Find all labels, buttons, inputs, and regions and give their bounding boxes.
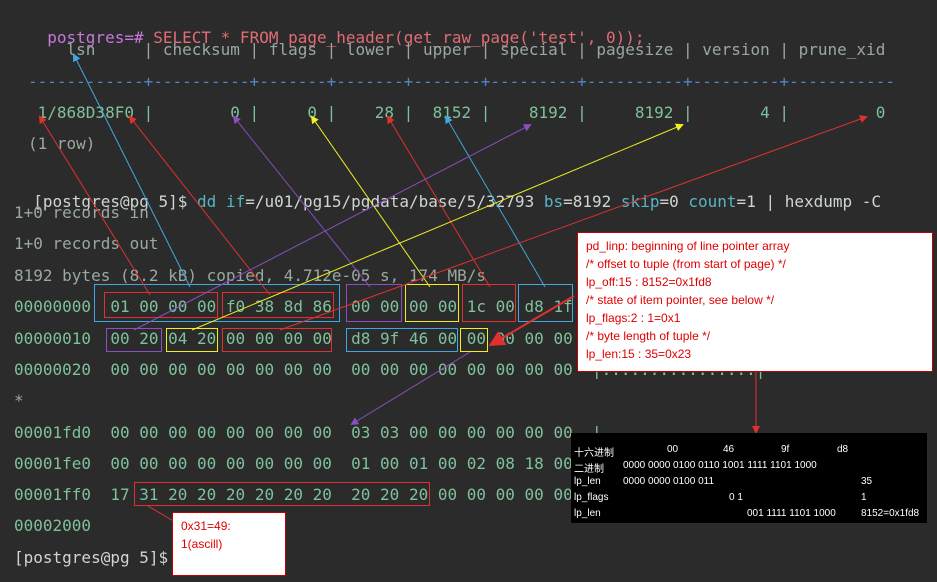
linp-note-line: lp_off:15 : 8152=0x1fd8 [586, 275, 712, 289]
hex-byte-2: 9f [781, 444, 790, 455]
hex-byte-0: 00 [667, 444, 679, 455]
lp-flags-bits: 0 1 [729, 492, 743, 503]
arrow-linp-tuple [350, 351, 471, 426]
ascii-note-line: 1(ascill) [181, 537, 223, 551]
lp-off-label: lp_len [574, 508, 601, 519]
bit-breakdown-table: 十六进制 00 46 9f d8 二进制 0000 0000 0100 0110… [571, 433, 927, 523]
linp-note-line: lp_flags:2 : 1=0x1 [586, 311, 681, 325]
arrow-checksum [232, 115, 371, 288]
hex-label: 十六进制 [574, 448, 614, 459]
linp-note-line: /* state of item pointer, see below */ [586, 293, 775, 307]
lp-off-bits: 001 1111 1101 1000 [747, 508, 836, 519]
binary-value: 0000 0000 0100 0110 1001 1111 1101 1000 [623, 460, 817, 471]
linp-note-line: /* byte length of tuple */ [586, 329, 711, 343]
linp-note-line: /* offset to tuple (from start of page) … [586, 257, 786, 271]
linp-note-line: pd_linp: beginning of line pointer array [586, 239, 790, 253]
hex-byte-3: d8 [837, 444, 849, 455]
lp-flags-label: lp_flags [574, 492, 609, 503]
linp-note-line: lp_len:15 : 35=0x23 [586, 347, 692, 361]
arrow-lower [386, 115, 491, 288]
lp-off-value: 8152=0x1fd8 [861, 508, 920, 519]
linp-annotation: pd_linp: beginning of line pointer array… [577, 232, 933, 372]
arrow-flags [310, 115, 431, 288]
lp-flags-value: 1 [861, 492, 867, 503]
hex-byte-1: 46 [723, 444, 735, 455]
lp-len-label: lp_len [574, 476, 601, 487]
arrow-linp-note [488, 295, 575, 347]
arrow-lsn-lo [128, 115, 271, 296]
ascii-annotation: 0x31=49: 1(ascill) [172, 512, 286, 576]
ascii-note-line: 0x31=49: [181, 519, 231, 533]
lp-len-bits: 0000 0000 0100 011 [623, 476, 715, 487]
arrow-lsn-hi [38, 115, 151, 296]
binary-label: 二进制 [574, 464, 604, 475]
arrow-special [133, 124, 532, 331]
lp-len-value: 35 [861, 476, 873, 487]
